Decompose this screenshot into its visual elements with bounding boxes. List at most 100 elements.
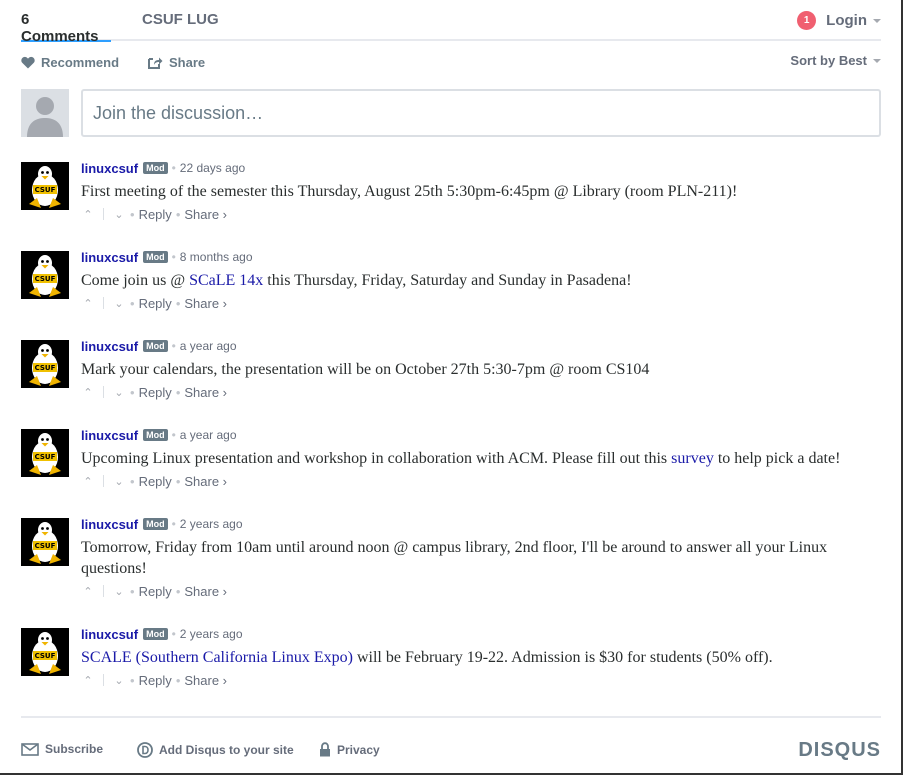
comment-body: linuxcsuf Mod • 2 years ago SCALE (South… <box>81 626 881 689</box>
share-thread-button[interactable]: Share <box>148 55 205 70</box>
sort-label: Sort by Best <box>790 53 867 68</box>
action-dot: • <box>175 206 181 222</box>
comment-author[interactable]: linuxcsuf <box>81 250 138 265</box>
comment-author[interactable]: linuxcsuf <box>81 161 138 176</box>
subscribe-label: Subscribe <box>45 742 104 756</box>
notification-badge[interactable]: 1 <box>797 11 817 30</box>
comment-author[interactable]: linuxcsuf <box>81 428 138 443</box>
comment-avatar[interactable]: CSUF <box>21 518 69 566</box>
mod-badge: Mod <box>143 340 168 352</box>
subscribe-link[interactable]: Subscribe <box>21 742 103 756</box>
comment-avatar[interactable]: CSUF <box>21 251 69 299</box>
upvote-icon[interactable]: ⌃ <box>81 475 95 488</box>
vote-divider <box>103 475 104 487</box>
upvote-icon[interactable]: ⌃ <box>81 297 95 310</box>
vote-divider <box>103 208 104 220</box>
downvote-icon[interactable]: ⌄ <box>112 297 126 310</box>
tab-community[interactable]: CSUF LUG <box>142 11 219 41</box>
comment-text: First meeting of the semester this Thurs… <box>81 181 881 202</box>
reply-button[interactable]: Reply <box>139 385 172 400</box>
comment-body: linuxcsuf Mod • 8 months ago Come join u… <box>81 249 881 312</box>
avatar-text: CSUF <box>35 542 56 550</box>
share-comment-button[interactable]: Share › <box>184 584 227 599</box>
lock-icon <box>320 742 330 757</box>
upvote-icon[interactable]: ⌃ <box>81 386 95 399</box>
user-silhouette-icon <box>27 97 63 137</box>
downvote-icon[interactable]: ⌄ <box>112 585 126 598</box>
comment-actions: ⌃ ⌄ • Reply • Share › <box>81 671 881 689</box>
login-label[interactable]: Login <box>826 12 867 29</box>
comment-text-after: will be February 19-22. Admission is $30… <box>352 649 773 666</box>
action-dot: • <box>130 672 135 688</box>
share-comment-button[interactable]: Share › <box>184 673 227 688</box>
envelope-icon <box>21 742 39 756</box>
add-disqus-label: Add Disqus to your site <box>159 743 294 757</box>
avatar-text: CSUF <box>35 186 56 194</box>
upvote-icon[interactable]: ⌃ <box>81 208 95 221</box>
tux-penguin-icon: CSUF <box>21 628 69 676</box>
comment-avatar[interactable]: CSUF <box>21 429 69 477</box>
action-dot: • <box>175 295 181 311</box>
privacy-link[interactable]: Privacy <box>319 742 380 757</box>
tab-comments[interactable]: 6 Comments <box>21 11 111 45</box>
comment-meta: linuxcsuf Mod • a year ago <box>81 338 881 354</box>
comment-avatar[interactable]: CSUF <box>21 340 69 388</box>
meta-dot: • <box>171 517 176 531</box>
sort-dropdown[interactable]: Sort by Best <box>790 53 881 68</box>
comment-link[interactable]: survey <box>671 450 714 467</box>
comment-meta: linuxcsuf Mod • 2 years ago <box>81 626 881 642</box>
comment-author[interactable]: linuxcsuf <box>81 627 138 642</box>
comment-actions: ⌃ ⌄ • Reply • Share › <box>81 294 881 312</box>
comment-timestamp[interactable]: 2 years ago <box>180 627 243 641</box>
comment-timestamp[interactable]: 22 days ago <box>180 161 245 175</box>
comment-body: linuxcsuf Mod • 22 days ago First meetin… <box>81 160 881 223</box>
downvote-icon[interactable]: ⌄ <box>112 475 126 488</box>
downvote-icon[interactable]: ⌄ <box>112 674 126 687</box>
upvote-icon[interactable]: ⌃ <box>81 585 95 598</box>
tux-penguin-icon: CSUF <box>21 429 69 477</box>
comment-text: Come join us @ SCaLE 14x this Thursday, … <box>81 270 881 291</box>
comment-text-before: Come join us @ <box>81 272 190 289</box>
comment-avatar[interactable]: CSUF <box>21 162 69 210</box>
vote-divider <box>103 674 104 686</box>
vote-divider <box>103 585 104 597</box>
thread-nav: 6 Comments CSUF LUG 1 Login <box>21 0 881 45</box>
login-menu[interactable]: 1 Login <box>797 11 881 30</box>
comment-timestamp[interactable]: a year ago <box>180 428 237 442</box>
share-comment-button[interactable]: Share › <box>184 474 227 489</box>
add-disqus-link[interactable]: Add Disqus to your site <box>137 742 294 758</box>
comment-author[interactable]: linuxcsuf <box>81 339 138 354</box>
vote-divider <box>103 297 104 309</box>
reply-button[interactable]: Reply <box>139 474 172 489</box>
reply-button[interactable]: Reply <box>139 296 172 311</box>
disqus-brand-logo[interactable]: DISQUS <box>798 739 881 762</box>
comment-timestamp[interactable]: a year ago <box>180 339 237 353</box>
comment-actions: ⌃ ⌄ • Reply • Share › <box>81 205 881 223</box>
downvote-icon[interactable]: ⌄ <box>112 208 126 221</box>
upvote-icon[interactable]: ⌃ <box>81 674 95 687</box>
reply-button[interactable]: Reply <box>139 584 172 599</box>
comment-text-before: First meeting of the semester this Thurs… <box>81 183 738 200</box>
comment-avatar[interactable]: CSUF <box>21 628 69 676</box>
comment-link[interactable]: SCaLE 14x <box>189 272 263 289</box>
chevron-down-icon <box>873 58 881 63</box>
comment-actions: ⌃ ⌄ • Reply • Share › <box>81 383 881 401</box>
comment-link[interactable]: SCALE (Southern California Linux Expo) <box>81 649 353 666</box>
comment-timestamp[interactable]: 2 years ago <box>180 517 243 531</box>
chevron-down-icon <box>873 18 881 23</box>
meta-dot: • <box>171 161 176 175</box>
action-dot: • <box>175 384 181 400</box>
comment-author[interactable]: linuxcsuf <box>81 517 138 532</box>
recommend-label: Recommend <box>41 55 120 70</box>
reply-button[interactable]: Reply <box>139 207 172 222</box>
reply-button[interactable]: Reply <box>139 673 172 688</box>
comment-timestamp[interactable]: 8 months ago <box>180 250 253 264</box>
recommend-button[interactable]: Recommend <box>21 55 119 70</box>
share-comment-button[interactable]: Share › <box>184 207 227 222</box>
share-comment-button[interactable]: Share › <box>184 296 227 311</box>
share-comment-button[interactable]: Share › <box>184 385 227 400</box>
vote-divider <box>103 386 104 398</box>
comment-input[interactable]: Join the discussion… <box>81 89 881 137</box>
comment-text-before: Tomorrow, Friday from 10am until around … <box>81 539 828 577</box>
downvote-icon[interactable]: ⌄ <box>112 386 126 399</box>
